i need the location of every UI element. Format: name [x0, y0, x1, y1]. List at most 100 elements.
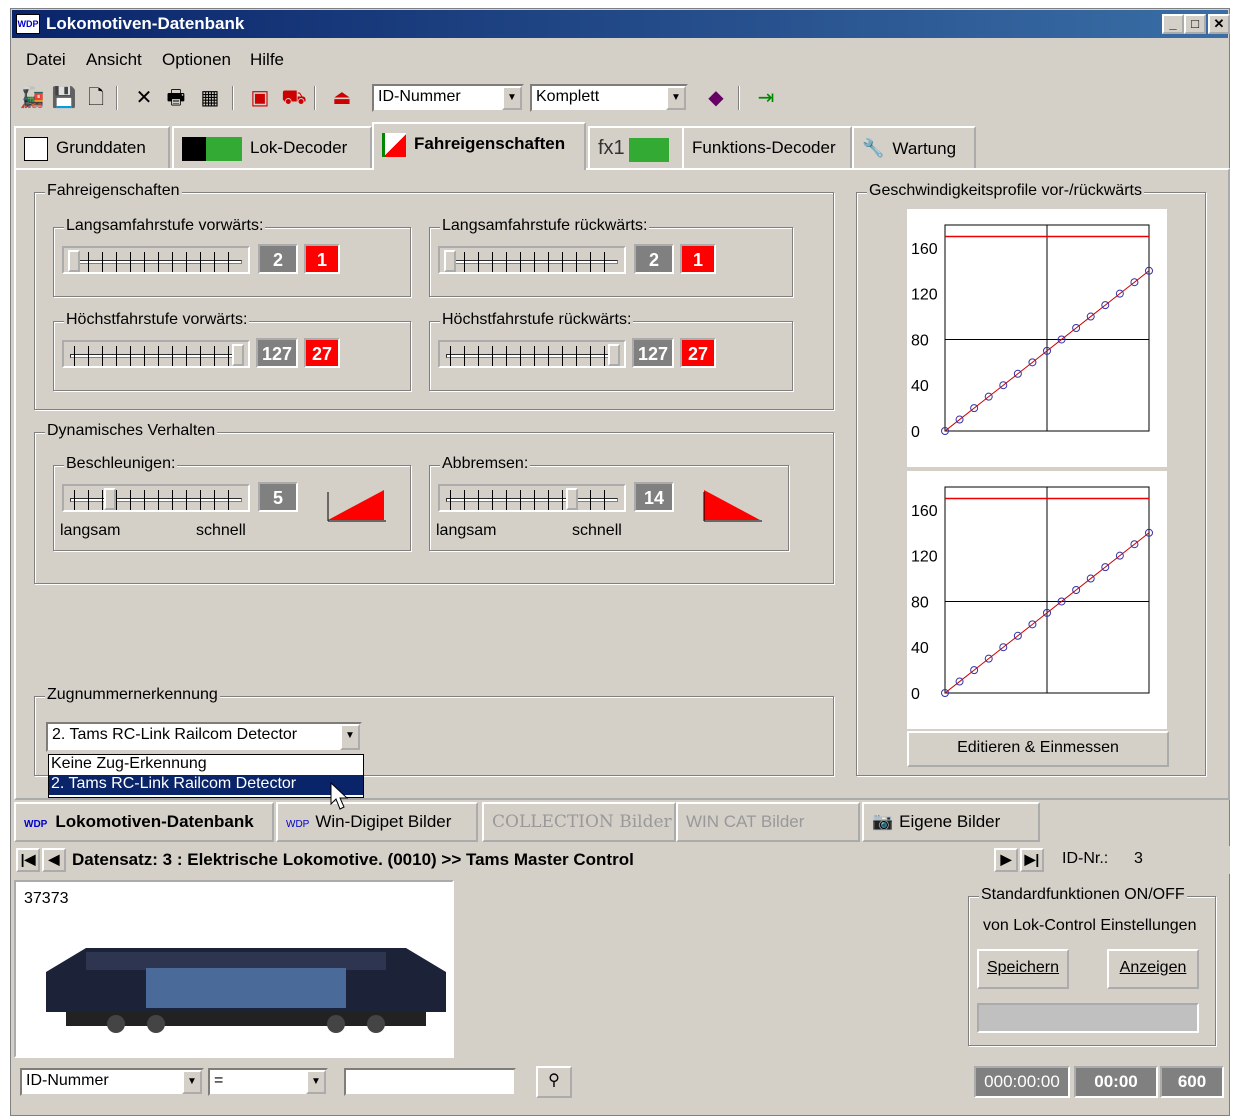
red-value-box: 1	[680, 244, 716, 274]
red-value-box: 27	[304, 338, 340, 368]
save-icon[interactable]: 💾	[50, 84, 78, 112]
chevron-down-icon[interactable]: ▼	[306, 1070, 326, 1094]
search-status-bar: ID-Nummer ▼ = ▼ ⚲ 000:00:00 00:00 600	[14, 1064, 1230, 1100]
zugerkennung-dropdown-list: Keine Zug-Erkennung 2. Tams RC-Link Rail…	[48, 754, 364, 798]
speichern-button[interactable]: Speichern	[977, 949, 1069, 989]
value-box: 2	[258, 244, 298, 274]
y-tick-label: 40	[911, 640, 929, 657]
langsam-vorwaerts-group: Langsamfahrstufe vorwärts: 2 1	[53, 217, 411, 297]
article-number: 37373	[24, 890, 69, 907]
langsam-rueckwaerts-group: Langsamfahrstufe rückwärts: 2 1	[429, 217, 793, 297]
time-display: 000:00:00	[974, 1066, 1070, 1098]
app-icon: WDP	[16, 14, 40, 34]
toolbar-separator	[314, 86, 316, 110]
menu-datei[interactable]: Datei	[26, 50, 66, 70]
print-icon[interactable]: 🖶	[162, 84, 190, 112]
tab-grunddaten[interactable]: Grunddaten	[14, 126, 170, 168]
wdp-logo-icon: WDP	[286, 819, 310, 830]
speed-profile-chart-forward: 160 120 80 40 0	[907, 209, 1167, 467]
chevron-down-icon[interactable]: ▼	[666, 86, 686, 110]
fast-label: schnell	[196, 522, 246, 539]
red-value-box: 1	[304, 244, 340, 274]
menu-ansicht[interactable]: Ansicht	[86, 50, 142, 70]
y-tick-label: 0	[911, 686, 920, 703]
anzeigen-button[interactable]: Anzeigen	[1107, 949, 1199, 989]
tab-wincat-bilder[interactable]: WIN CAT Bilder	[676, 802, 860, 842]
binoculars-search-button[interactable]: ⚲	[536, 1066, 572, 1098]
stop-icon[interactable]: ⏏	[328, 84, 356, 112]
wrench-icon: 🔧	[862, 138, 885, 158]
progress-field	[977, 1003, 1199, 1033]
ramp-down-icon	[703, 490, 762, 522]
group-legend: Zugnummernerkennung	[45, 686, 220, 704]
value-box: 5	[258, 482, 298, 512]
tab-collection-bilder[interactable]: COLLECTION Bilder	[482, 802, 676, 842]
fahreigenschaften-group: Fahreigenschaften Langsamfahrstufe vorwä…	[34, 182, 834, 410]
menu-hilfe[interactable]: Hilfe	[250, 50, 284, 70]
y-tick-label: 120	[911, 287, 938, 304]
toolbar-separator	[232, 86, 234, 110]
tab-eigene-bilder[interactable]: 📷 Eigene Bilder	[862, 802, 1040, 842]
menu-optionen[interactable]: Optionen	[162, 50, 231, 70]
hoechst-vorwaerts-slider[interactable]	[62, 340, 250, 368]
chevron-down-icon[interactable]: ▼	[182, 1070, 202, 1094]
chip-icon	[628, 137, 669, 162]
tab-fx1[interactable]: fx1	[588, 126, 684, 168]
editieren-einmessen-button[interactable]: Editieren & Einmessen	[907, 731, 1169, 767]
slider-thumb[interactable]	[104, 488, 116, 510]
slider-thumb[interactable]	[444, 250, 456, 272]
value-box: 127	[256, 338, 298, 368]
tab-wartung[interactable]: 🔧 Wartung	[852, 126, 976, 168]
tab-win-digipet-bilder[interactable]: WDP Win-Digipet Bilder	[276, 802, 478, 842]
dropdown-option[interactable]: Keine Zug-Erkennung	[49, 755, 363, 775]
book-icon[interactable]: ◆	[702, 84, 730, 112]
count-display: 600	[1160, 1066, 1224, 1098]
langsam-rueckwaerts-slider[interactable]	[438, 246, 626, 274]
tab-lok-decoder[interactable]: Lok-Decoder	[172, 126, 372, 168]
group-legend: Abbremsen:	[440, 455, 531, 473]
slider-thumb[interactable]	[232, 344, 244, 366]
exit-icon[interactable]: ⇥	[752, 84, 780, 112]
toolbar: 🚂 💾 🗋 ✕ 🖶 ▦ ▣ ⛟ ⏏ ID-Nummer ▼ Komplett ▼ ◆…	[12, 78, 1228, 118]
zugerkennung-select[interactable]: 2. Tams RC-Link Railcom Detector ▼	[46, 722, 362, 752]
chevron-down-icon[interactable]: ▼	[502, 86, 522, 110]
decoder-icon[interactable]: ▣	[246, 84, 274, 112]
tab-funktions-decoder[interactable]: Funktions-Decoder	[682, 126, 852, 168]
table-icon[interactable]: ▦	[196, 84, 224, 112]
group-legend: Fahreigenschaften	[45, 182, 182, 200]
geschwindigkeitsprofile-group: Geschwindigkeitsprofile vor-/rückwärts 1…	[856, 182, 1206, 776]
value-box: 2	[634, 244, 674, 274]
slider-thumb[interactable]	[566, 488, 578, 510]
loco-edit-icon[interactable]: ⛟	[280, 84, 308, 112]
delete-icon[interactable]: ✕	[130, 84, 158, 112]
tab-fahreigenschaften[interactable]: Fahreigenschaften	[372, 122, 586, 170]
search-operator-select[interactable]: = ▼	[208, 1068, 328, 1096]
slider-thumb[interactable]	[608, 344, 620, 366]
search-field-select[interactable]: ID-Nummer ▼	[20, 1068, 204, 1096]
minimize-button[interactable]: _	[1162, 14, 1184, 34]
chevron-down-icon[interactable]: ▼	[340, 724, 360, 750]
prev-record-button[interactable]: ◀	[42, 848, 66, 872]
slider-thumb[interactable]	[68, 250, 80, 272]
hoechst-rueckwaerts-slider[interactable]	[438, 340, 626, 368]
mode-select[interactable]: Komplett ▼	[530, 84, 688, 112]
new-document-icon[interactable]: 🗋	[82, 84, 110, 112]
last-record-button[interactable]: ▶|	[1020, 848, 1044, 872]
properties-panel: Fahreigenschaften Langsamfahrstufe vorwä…	[14, 168, 1230, 810]
abbremsen-slider[interactable]	[438, 484, 626, 512]
field-select[interactable]: ID-Nummer ▼	[372, 84, 524, 112]
red-value-box: 27	[680, 338, 716, 368]
window-title: Lokomotiven-Datenbank	[46, 14, 245, 33]
ramp-up-icon	[327, 490, 386, 522]
time-short-display: 00:00	[1074, 1066, 1158, 1098]
close-button[interactable]: ✕	[1208, 14, 1230, 34]
maximize-button[interactable]: □	[1184, 14, 1206, 34]
beschleunigen-slider[interactable]	[62, 484, 250, 512]
dropdown-option-selected[interactable]: 2. Tams RC-Link Railcom Detector	[49, 775, 363, 795]
locomotive-icon[interactable]: 🚂	[18, 84, 46, 112]
tab-lokomotiven-datenbank[interactable]: WDP Lokomotiven-Datenbank	[14, 802, 274, 842]
next-record-button[interactable]: ▶	[994, 848, 1018, 872]
langsam-vorwaerts-slider[interactable]	[62, 246, 250, 274]
first-record-button[interactable]: |◀	[16, 848, 40, 872]
search-value-input[interactable]	[344, 1068, 516, 1096]
